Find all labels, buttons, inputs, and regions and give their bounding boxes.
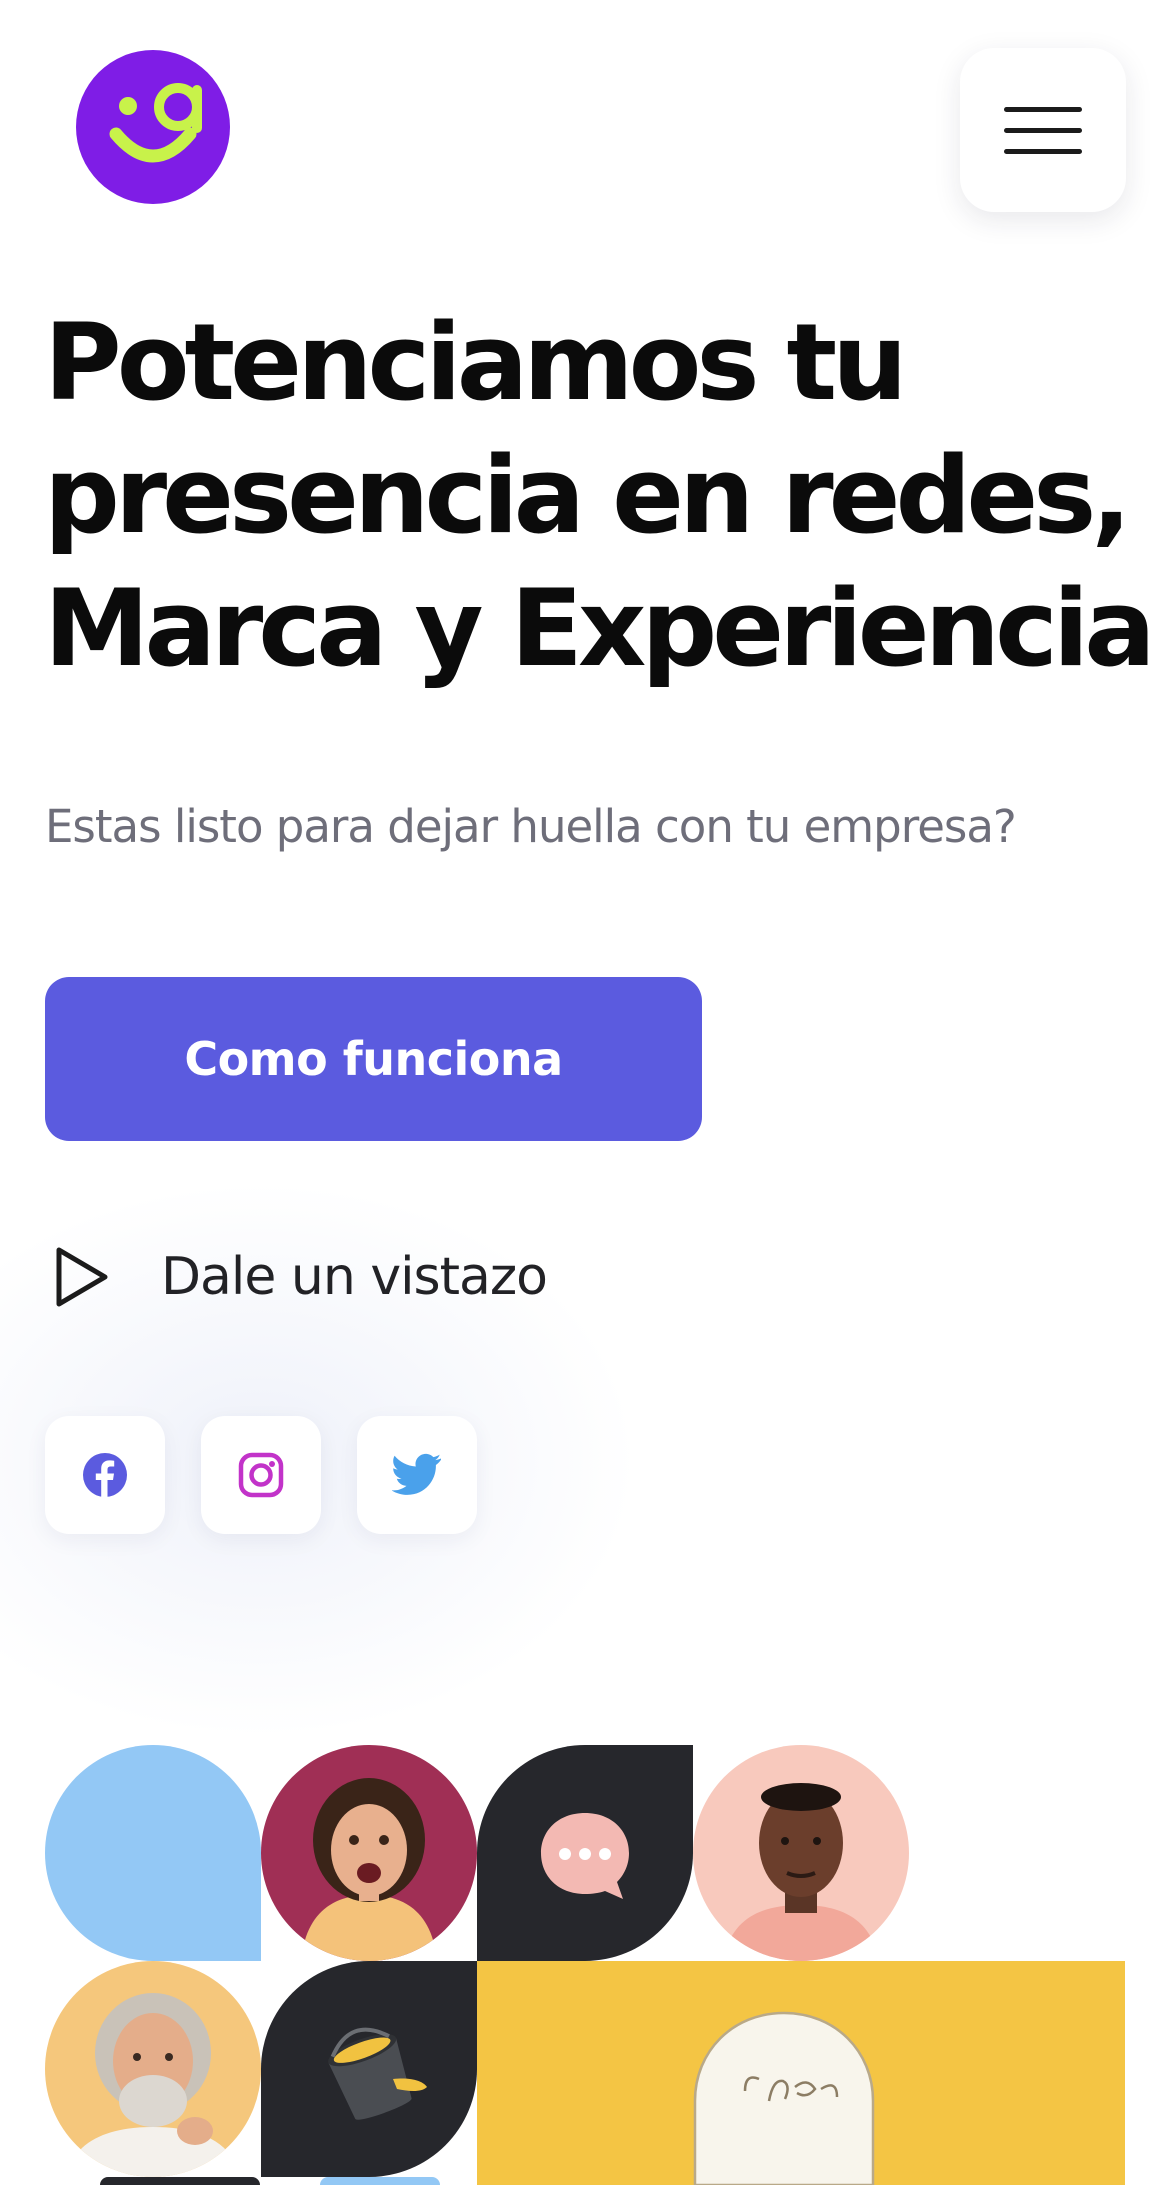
hamburger-menu-icon — [1004, 149, 1082, 154]
facebook-icon — [83, 1453, 127, 1497]
headline-line-1: Potenciamos tu — [44, 301, 908, 424]
menu-button[interactable] — [960, 48, 1126, 212]
paint-bucket-icon — [328, 2027, 427, 2120]
instagram-icon — [238, 1452, 284, 1498]
watch-video-link[interactable]: Dale un vistazo — [45, 1240, 548, 1314]
play-icon — [56, 1247, 108, 1307]
smiley-a-logo-icon — [109, 83, 202, 163]
watch-video-label: Dale un vistazo — [161, 1247, 548, 1307]
surprised-woman-photo — [261, 1745, 477, 1961]
twitter-icon — [392, 1453, 441, 1495]
chat-bubble-tile — [477, 1745, 693, 1961]
bearded-man-photo — [45, 1961, 261, 2177]
hero-headline: Potenciamos tu presencia en redes, Marca… — [44, 296, 1156, 695]
paint-bucket-tile — [261, 1961, 477, 2177]
blue-leaf-shape — [45, 1745, 261, 1961]
headline-line-2-start: presencia en — [44, 434, 782, 557]
facebook-button[interactable] — [45, 1416, 165, 1534]
headline-highlight: redes — [781, 429, 1096, 562]
page: Potenciamos tu presencia en redes, Marca… — [0, 0, 1170, 2185]
instagram-button[interactable] — [201, 1416, 321, 1534]
hamburger-menu-icon — [1004, 128, 1082, 133]
headline-line-2: presencia en redes, — [44, 429, 1154, 562]
lightbulb-idea-icon — [693, 2011, 875, 2185]
dark-shape-partial — [100, 2177, 260, 2185]
blue-shape-partial — [320, 2177, 440, 2185]
lightbulb-tile: idea — [477, 1961, 1125, 2185]
hamburger-menu-icon — [1004, 107, 1082, 112]
headline-line-3: Marca y Experiencia — [44, 567, 1156, 690]
headline-line-2-end: , — [1091, 434, 1131, 557]
chat-bubble-icon — [541, 1813, 629, 1899]
smiling-man-photo — [693, 1745, 909, 1961]
hero-subtitle: Estas listo para dejar huella con tu emp… — [45, 800, 1017, 853]
how-it-works-button[interactable]: Como funciona — [45, 977, 702, 1141]
twitter-button[interactable] — [357, 1416, 477, 1534]
logo[interactable] — [76, 50, 230, 204]
